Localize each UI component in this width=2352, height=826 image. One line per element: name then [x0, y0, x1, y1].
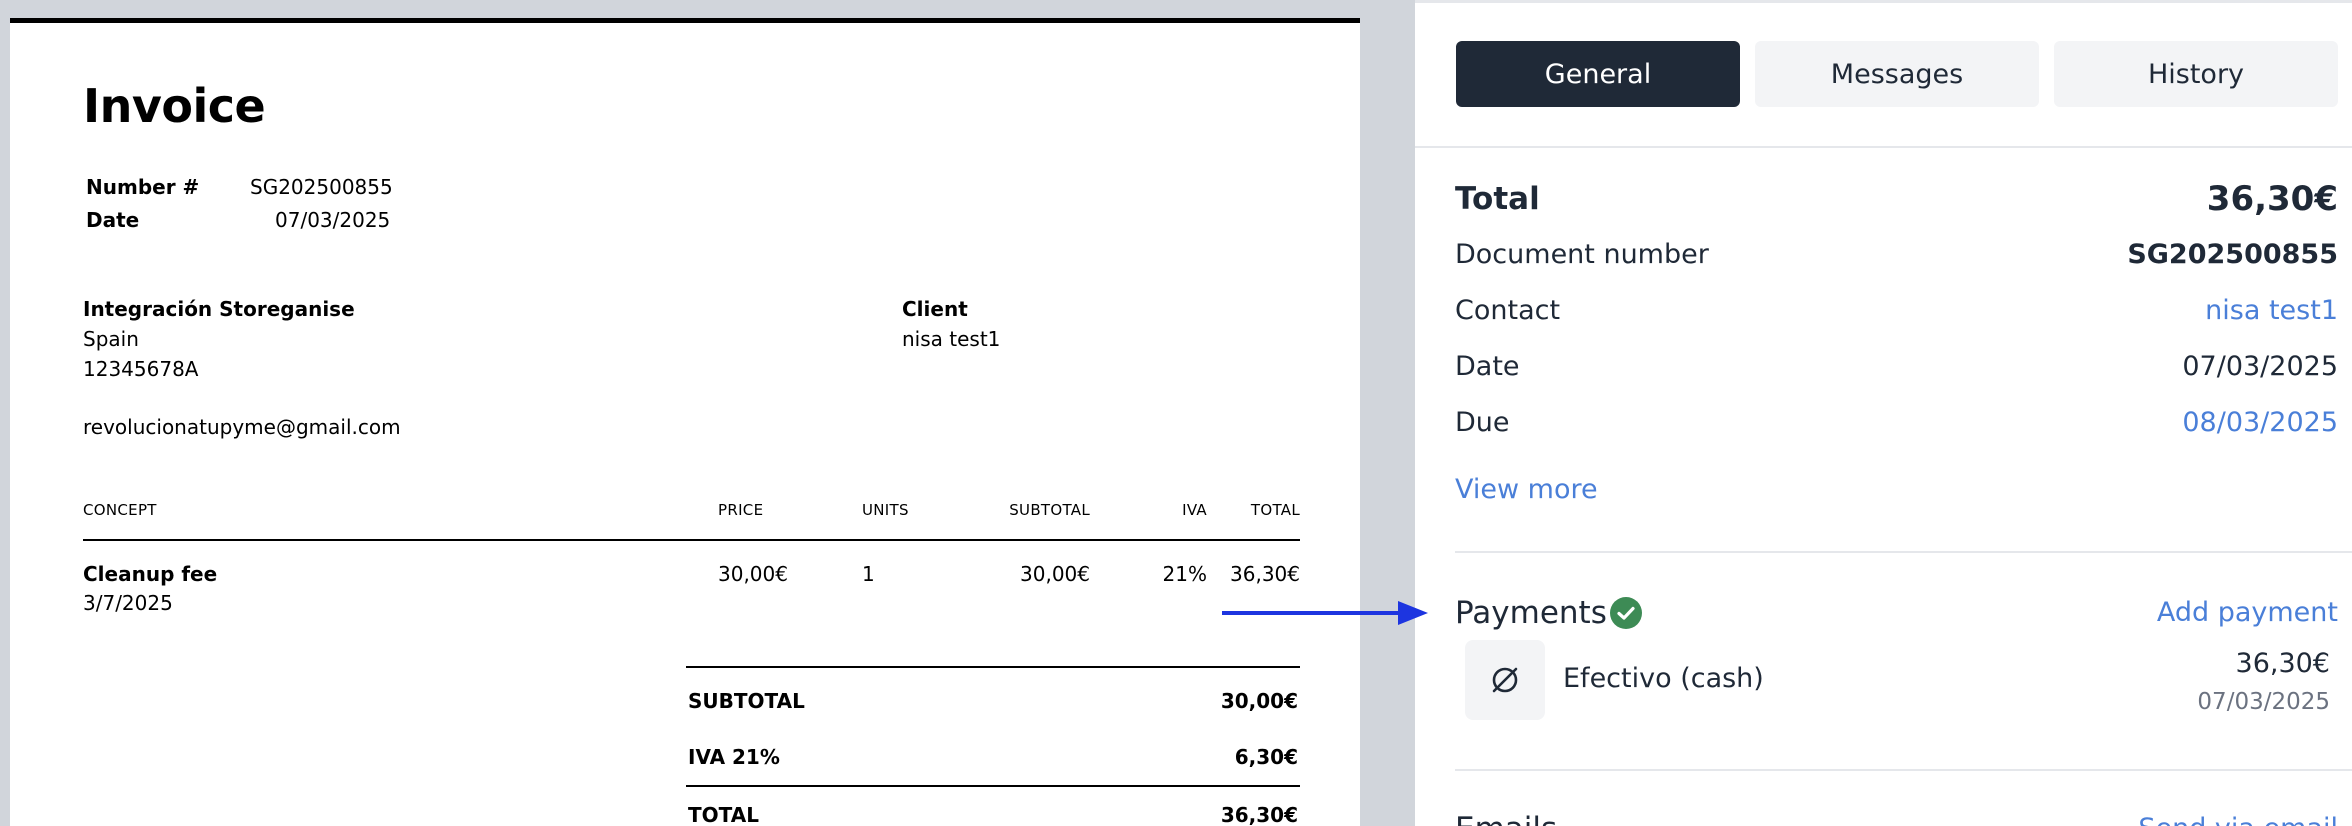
col-header-subtotal: SUBTOTAL	[1009, 501, 1090, 519]
date-value: 07/03/2025	[2182, 351, 2338, 382]
subtotal-value: 30,00€	[1220, 689, 1298, 713]
row-iva: 21%	[1162, 562, 1207, 586]
payment-method: Efectivo (cash)	[1563, 663, 1764, 694]
check-circle-icon	[1610, 597, 1642, 629]
total-summary-label: Total	[1455, 181, 1540, 217]
emails-title: Emails	[1455, 811, 1557, 826]
tabs-divider	[1415, 146, 2352, 148]
col-header-concept: CONCEPT	[83, 501, 157, 519]
row-subtotal: 30,00€	[1020, 562, 1090, 586]
table-header-rule	[83, 539, 1300, 541]
summary-divider	[1455, 551, 2352, 553]
payment-date: 07/03/2025	[2197, 689, 2330, 715]
document-sidebar: General Messages History Total 36,30€ Do…	[1415, 0, 2352, 826]
document-number-value: SG202500855	[2127, 239, 2338, 270]
tab-general[interactable]: General	[1456, 41, 1740, 107]
payment-amount: 36,30€	[2235, 648, 2330, 679]
tab-messages[interactable]: Messages	[1755, 41, 2039, 107]
company-tax-id: 12345678A	[83, 357, 199, 381]
col-header-price: PRICE	[718, 501, 764, 519]
row-concept-date: 3/7/2025	[83, 591, 173, 615]
company-country: Spain	[83, 327, 139, 351]
row-total: 36,30€	[1230, 562, 1300, 586]
iva-value: 6,30€	[1234, 745, 1298, 769]
due-label: Due	[1455, 407, 1510, 438]
contact-link[interactable]: nisa test1	[2205, 295, 2338, 326]
col-header-iva: IVA	[1182, 501, 1207, 519]
col-header-total: TOTAL	[1250, 501, 1300, 519]
add-payment-link[interactable]: Add payment	[2157, 597, 2338, 628]
document-number-label: Document number	[1455, 239, 1709, 270]
total-label: TOTAL	[688, 803, 759, 826]
invoice-title: Invoice	[83, 79, 266, 133]
payments-title: Payments	[1455, 595, 1607, 631]
totals-bottom-rule	[686, 785, 1300, 787]
total-value: 36,30€	[1220, 803, 1298, 826]
view-more-link[interactable]: View more	[1455, 474, 1598, 505]
no-method-icon	[1492, 667, 1518, 693]
row-concept: Cleanup fee	[83, 562, 218, 586]
send-via-email-link[interactable]: Send via email	[2138, 813, 2338, 826]
contact-label: Contact	[1455, 295, 1561, 326]
payment-method-icon-box	[1465, 640, 1545, 720]
client-label: Client	[902, 297, 968, 321]
invoice-number-value: SG202500855	[250, 175, 393, 199]
due-date-link[interactable]: 08/03/2025	[2182, 407, 2338, 438]
subtotal-label: SUBTOTAL	[688, 689, 805, 713]
row-units: 1	[862, 562, 875, 586]
invoice-date-label: Date	[86, 208, 140, 232]
row-price: 30,00€	[718, 562, 788, 586]
payments-divider	[1455, 769, 2352, 771]
arrow-right-icon	[1222, 601, 1428, 625]
invoice-number-label: Number #	[86, 175, 200, 199]
company-email: revolucionatupyme@gmail.com	[83, 415, 401, 439]
invoice-document: Invoice Number # SG202500855 Date 07/03/…	[10, 18, 1360, 826]
iva-label: IVA 21%	[688, 745, 780, 769]
tab-history[interactable]: History	[2054, 41, 2338, 107]
totals-top-rule	[686, 666, 1300, 668]
total-summary-value: 36,30€	[2206, 179, 2338, 219]
company-name: Integración Storeganise	[83, 297, 355, 321]
date-label: Date	[1455, 351, 1520, 382]
client-name: nisa test1	[902, 327, 1001, 351]
col-header-units: UNITS	[862, 501, 909, 519]
invoice-date-value: 07/03/2025	[275, 208, 391, 232]
